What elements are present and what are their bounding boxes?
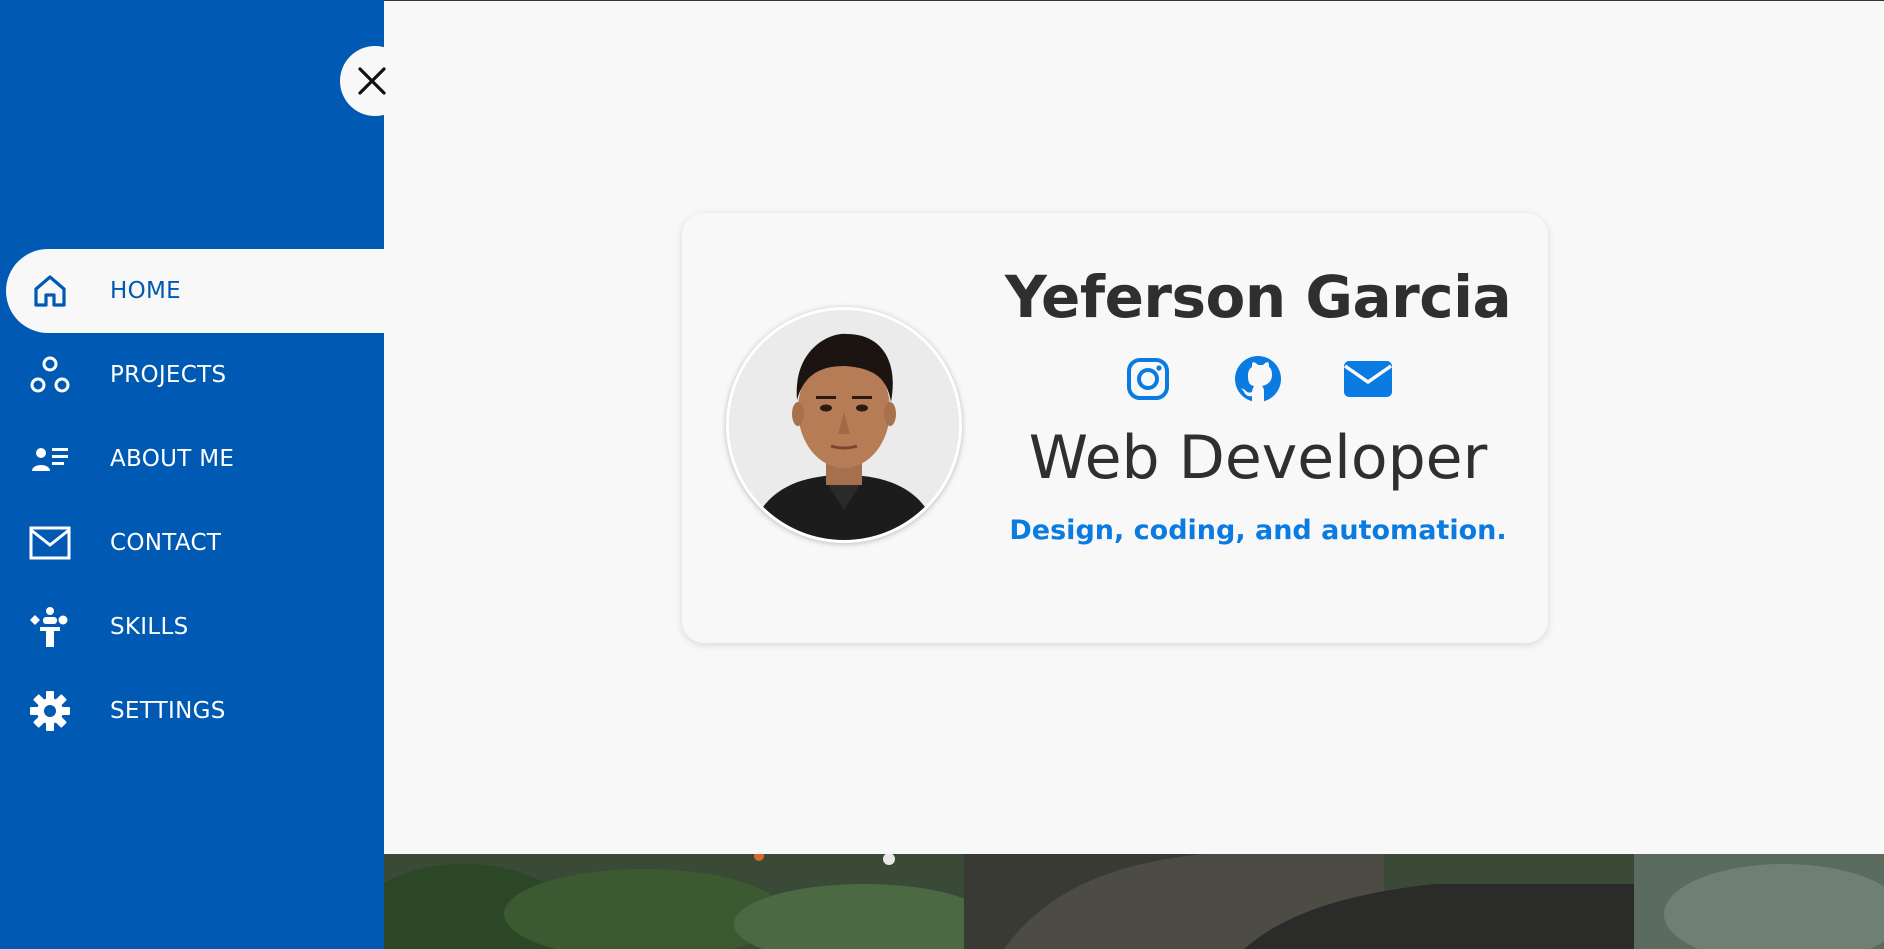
- sidebar-nav: HOME PROJECTS ABOUT ME CONTACT SKILLS SE…: [0, 0, 410, 949]
- profile-tagline: Design, coding, and automation.: [1009, 515, 1507, 546]
- sidebar-item-label: ABOUT ME: [110, 446, 235, 472]
- settings-icon: [28, 689, 72, 733]
- profile-card: Yeferson Garcia Web Developer Design, co…: [682, 213, 1548, 643]
- instagram-icon: [1127, 358, 1169, 400]
- contact-icon: [28, 521, 72, 565]
- sidebar-header: [0, 0, 384, 248]
- profile-role: Web Developer: [1028, 423, 1488, 493]
- sidebar-item-label: PROJECTS: [110, 362, 227, 388]
- sidebar-item-home[interactable]: HOME: [6, 249, 384, 333]
- social-links: [1122, 353, 1394, 405]
- instagram-link[interactable]: [1122, 353, 1174, 405]
- profile-info: Yeferson Garcia Web Developer Design, co…: [998, 213, 1518, 643]
- background-photo: [384, 854, 1884, 949]
- sidebar-item-label: HOME: [110, 278, 181, 304]
- github-link[interactable]: [1232, 353, 1284, 405]
- github-icon: [1235, 356, 1281, 403]
- sidebar-item-projects[interactable]: PROJECTS: [6, 333, 384, 417]
- sidebar-item-contact[interactable]: CONTACT: [6, 501, 384, 585]
- sidebar-item-skills[interactable]: SKILLS: [6, 585, 384, 669]
- sidebar-item-settings[interactable]: SETTINGS: [6, 669, 384, 753]
- avatar: [726, 307, 962, 543]
- projects-icon: [28, 353, 72, 397]
- profile-name: Yeferson Garcia: [1004, 263, 1512, 331]
- sidebar-item-label: CONTACT: [110, 530, 222, 556]
- email-icon: [1344, 361, 1392, 397]
- sidebar-item-label: SKILLS: [110, 614, 189, 640]
- sidebar-item-label: SETTINGS: [110, 698, 226, 724]
- landscape-image: [384, 854, 1884, 949]
- email-link[interactable]: [1342, 353, 1394, 405]
- about-me-icon: [28, 437, 72, 481]
- sidebar-item-about-me[interactable]: ABOUT ME: [6, 417, 384, 501]
- skills-icon: [28, 605, 72, 649]
- profile-photo: [729, 310, 959, 540]
- home-icon: [28, 269, 72, 313]
